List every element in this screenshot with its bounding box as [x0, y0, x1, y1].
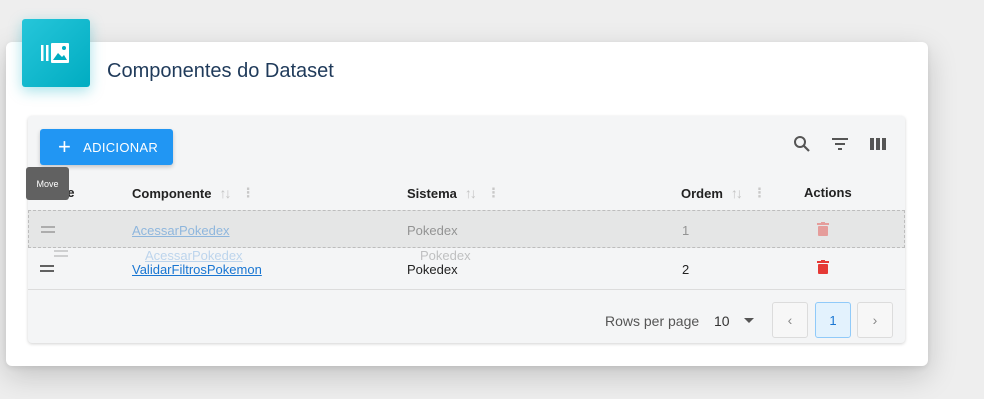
chevron-left-icon: ‹ [787, 312, 793, 328]
sort-icon[interactable]: ↑↓ [219, 185, 231, 201]
column-menu-icon[interactable]: ⋮ [241, 185, 254, 201]
filter-icon[interactable] [830, 134, 850, 154]
sort-icon[interactable]: ↑↓ [731, 185, 743, 201]
column-header-componente[interactable]: Componente ↑↓ ⋮ [132, 185, 254, 201]
drag-ghost-sistema: Pokedex [420, 248, 471, 263]
delete-icon[interactable] [817, 260, 829, 274]
componente-link[interactable]: AcessarPokedex [132, 223, 230, 238]
column-menu-icon[interactable]: ⋮ [753, 185, 766, 201]
sistema-cell: Pokedex [407, 262, 458, 277]
table-divider [28, 289, 905, 290]
ordem-cell: 1 [682, 223, 690, 238]
sistema-cell: Pokedex [407, 223, 458, 238]
drag-handle-icon[interactable] [41, 226, 55, 233]
columns-icon[interactable] [868, 134, 888, 154]
sort-icon[interactable]: ↑↓ [465, 185, 477, 201]
dropdown-arrow-icon[interactable] [744, 318, 754, 324]
next-page-button[interactable]: › [857, 302, 893, 338]
drag-ghost-handle-icon [54, 250, 68, 257]
rows-per-page-label: Rows per page [605, 313, 700, 329]
column-header-label: Sistema [407, 185, 457, 201]
column-header-label: Ordem [681, 185, 723, 201]
column-header-ordem[interactable]: Ordem ↑↓ ⋮ [681, 185, 766, 201]
column-header-actions: Actions [804, 185, 852, 200]
drag-handle-icon[interactable] [40, 265, 54, 272]
ordem-cell: 2 [682, 262, 690, 277]
column-menu-icon[interactable]: ⋮ [487, 185, 500, 201]
delete-icon[interactable] [817, 222, 829, 236]
chevron-right-icon: › [872, 312, 878, 328]
image-gallery-icon [22, 19, 90, 87]
column-header-label: Actions [804, 185, 852, 200]
column-header-sistema[interactable]: Sistema ↑↓ ⋮ [407, 185, 500, 201]
add-button-label: ADICIONAR [83, 139, 159, 155]
drag-ghost-componente: AcessarPokedex [145, 248, 243, 263]
page-button-1[interactable]: 1 [815, 302, 851, 338]
search-icon[interactable] [792, 134, 812, 154]
componente-link[interactable]: ValidarFiltrosPokemon [132, 262, 262, 277]
column-header-label: Componente [132, 185, 212, 201]
prev-page-button[interactable]: ‹ [772, 302, 808, 338]
add-button[interactable]: + ADICIONAR [40, 129, 173, 165]
rows-per-page-select[interactable]: 10 [714, 313, 730, 329]
page-title: Componentes do Dataset [107, 60, 334, 82]
move-tooltip: Move [26, 167, 69, 200]
plus-icon: + [58, 134, 72, 159]
